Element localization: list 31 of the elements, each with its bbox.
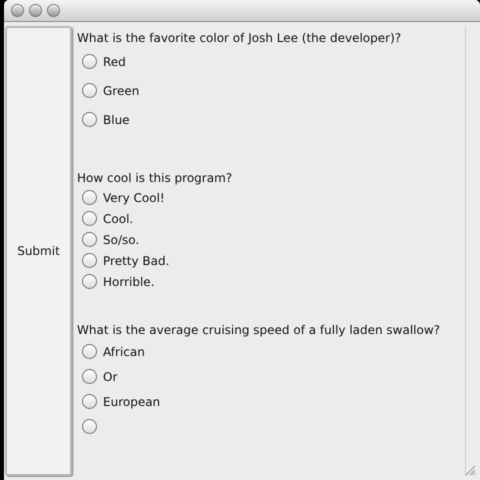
radio-button[interactable]: [82, 190, 97, 205]
submit-button[interactable]: Submit: [5, 26, 72, 476]
option-label: Horrible.: [103, 274, 155, 290]
option-label: Red: [103, 54, 126, 70]
radio-button[interactable]: [82, 54, 97, 69]
window-button[interactable]: [29, 4, 42, 17]
option-label: Very Cool!: [103, 190, 165, 206]
radio-button[interactable]: [82, 394, 97, 409]
option-label: So/so.: [103, 232, 140, 248]
option-label: Green: [103, 82, 140, 100]
question-text: What is the average cruising speed of a fully laden swallow?: [77, 322, 442, 338]
radio-button[interactable]: [82, 253, 97, 268]
radio-button[interactable]: [82, 274, 97, 289]
option-label: African: [103, 344, 145, 360]
radio-button[interactable]: [82, 419, 97, 434]
window-button[interactable]: [11, 4, 24, 17]
radio-button[interactable]: [82, 369, 97, 384]
option-label: European: [103, 394, 160, 410]
radio-button[interactable]: [82, 112, 97, 127]
option-label: Pretty Bad.: [103, 252, 170, 270]
radio-button[interactable]: [82, 344, 97, 359]
radio-button[interactable]: [82, 211, 97, 226]
question-text: What is the favorite color of Josh Lee (the developer)?: [77, 30, 402, 46]
option-label: Cool.: [103, 210, 134, 228]
radio-button[interactable]: [82, 83, 97, 98]
resize-grip-icon[interactable]: [463, 463, 476, 476]
option-label: Blue: [103, 112, 130, 128]
question-text: How cool is this program?: [77, 170, 234, 186]
window-button[interactable]: [47, 4, 60, 17]
option-label: Or: [103, 368, 118, 386]
radio-button[interactable]: [82, 232, 97, 247]
